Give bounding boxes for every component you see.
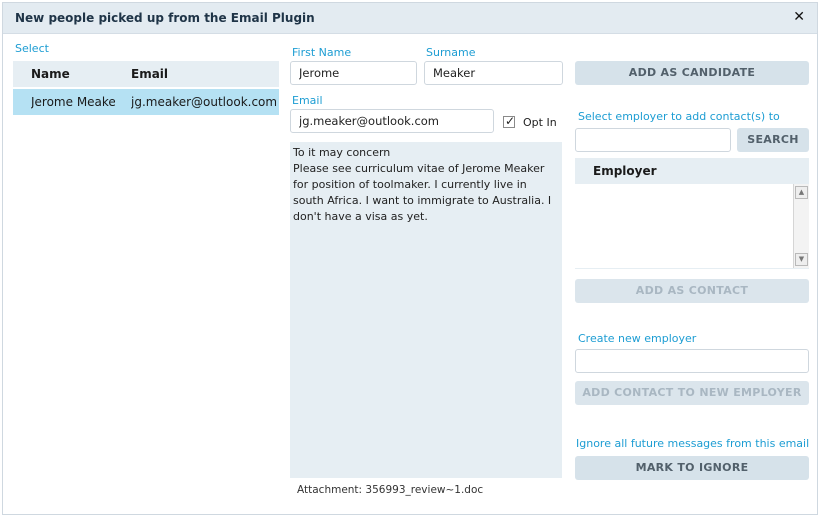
column-name[interactable]: Name bbox=[31, 67, 70, 81]
column-employer[interactable]: Employer bbox=[593, 164, 657, 178]
scroll-up-icon[interactable]: ▲ bbox=[795, 186, 808, 199]
checkmark-icon: ✓ bbox=[505, 114, 516, 128]
surname-label: Surname bbox=[426, 46, 476, 59]
search-button[interactable]: SEARCH bbox=[737, 128, 809, 152]
people-table-header: Name Email bbox=[13, 61, 279, 87]
employer-table-header: Employer bbox=[575, 158, 809, 184]
ignore-label: Ignore all future messages from this ema… bbox=[576, 437, 810, 450]
attachment-link[interactable]: Attachment: 356993_review~1.doc bbox=[297, 484, 483, 496]
first-name-label: First Name bbox=[292, 46, 352, 59]
opt-in-label: Opt In bbox=[523, 116, 557, 129]
table-row[interactable]: Jerome Meaker jg.meaker@outlook.com bbox=[13, 89, 279, 115]
add-as-candidate-button[interactable]: ADD AS CANDIDATE bbox=[575, 61, 809, 85]
employer-search-input[interactable] bbox=[575, 128, 731, 152]
email-label: Email bbox=[292, 94, 323, 107]
select-label: Select bbox=[15, 42, 49, 55]
row-name: Jerome Meaker bbox=[31, 95, 115, 109]
employer-list[interactable]: ▲ ▼ bbox=[575, 184, 809, 269]
mark-to-ignore-button[interactable]: MARK TO IGNORE bbox=[575, 456, 809, 480]
email-message-body[interactable]: To it may concern Please see curriculum … bbox=[290, 142, 562, 478]
email-plugin-dialog: New people picked up from the Email Plug… bbox=[2, 2, 818, 515]
dialog-title: New people picked up from the Email Plug… bbox=[15, 11, 315, 25]
first-name-field[interactable] bbox=[290, 61, 417, 85]
create-employer-label: Create new employer bbox=[578, 332, 697, 345]
opt-in-checkbox[interactable]: ✓ bbox=[503, 114, 516, 128]
add-contact-to-new-employer-button[interactable]: ADD CONTACT TO NEW EMPLOYER bbox=[575, 381, 809, 405]
dialog-titlebar: New people picked up from the Email Plug… bbox=[3, 3, 817, 34]
select-employer-label: Select employer to add contact(s) to bbox=[578, 110, 780, 123]
surname-field[interactable] bbox=[424, 61, 563, 85]
row-email: jg.meaker@outlook.com bbox=[131, 95, 276, 109]
new-employer-input[interactable] bbox=[575, 349, 809, 373]
close-icon[interactable]: ✕ bbox=[793, 9, 805, 25]
column-email[interactable]: Email bbox=[131, 67, 168, 81]
add-as-contact-button[interactable]: ADD AS CONTACT bbox=[575, 279, 809, 303]
email-field[interactable] bbox=[290, 109, 494, 133]
employer-list-scrollbar[interactable]: ▲ ▼ bbox=[793, 184, 809, 268]
scroll-down-icon[interactable]: ▼ bbox=[795, 253, 808, 266]
